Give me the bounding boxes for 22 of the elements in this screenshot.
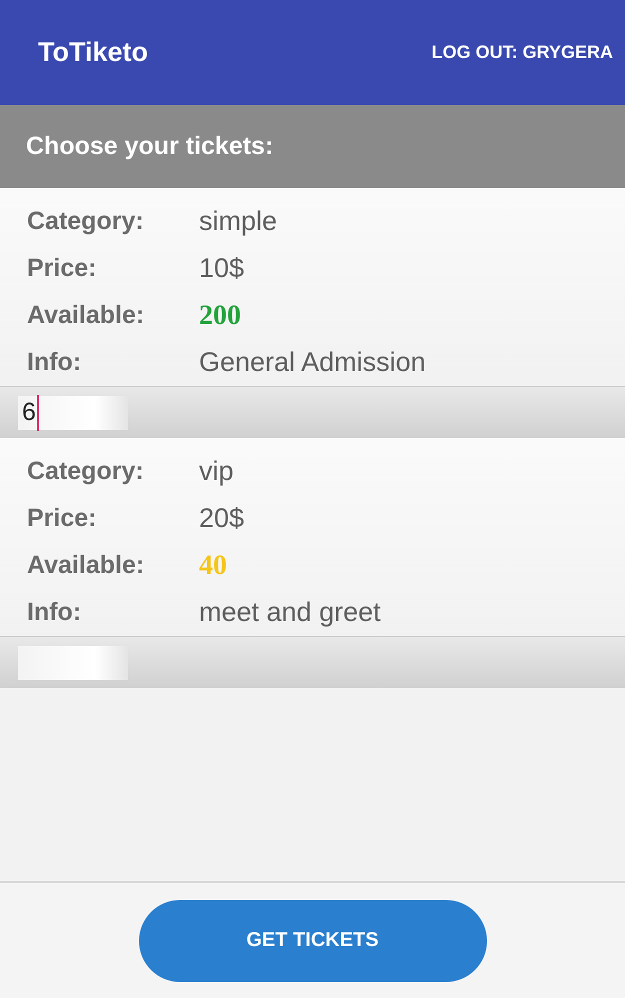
field-label: Info: (27, 348, 82, 377)
field-label: Price: (27, 504, 98, 533)
field-value: vip (199, 456, 235, 487)
field-value: General Admission (199, 347, 427, 378)
app-title: ToTiketo (38, 37, 148, 68)
field-value: 10$ (199, 253, 246, 284)
quantity-field[interactable] (18, 646, 128, 680)
field-label: Available: (27, 551, 146, 580)
field-value: meet and greet (199, 597, 382, 628)
field-label: Category: (27, 207, 145, 236)
quantity-field[interactable]: 6 (18, 396, 128, 430)
section-heading: Choose your tickets: (0, 105, 625, 188)
field-label: Available: (27, 301, 146, 330)
field-label: Price: (27, 254, 98, 283)
field-value: simple (199, 206, 278, 237)
field-label: Info: (27, 598, 82, 627)
field-value: 40 (199, 550, 228, 582)
field-value: 20$ (199, 503, 246, 534)
field-label: Category: (27, 457, 145, 486)
get-tickets-button[interactable]: GET TICKETS (138, 900, 486, 982)
field-value: 200 (199, 300, 242, 332)
logout-button[interactable]: LOG OUT: GRYGERA (428, 38, 617, 67)
